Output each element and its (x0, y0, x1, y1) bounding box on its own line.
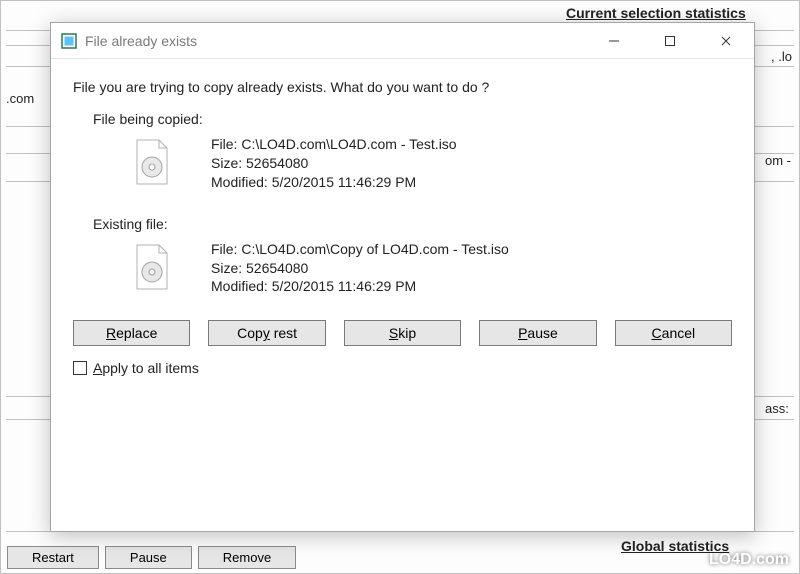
copied-file-path: File: C:\LO4D.com\LO4D.com - Test.iso (211, 135, 457, 154)
copied-file-modified: Modified: 5/20/2015 11:46:29 PM (211, 173, 457, 192)
copy-rest-button[interactable]: Copy rest (208, 320, 325, 346)
existing-file-path: File: C:\LO4D.com\Copy of LO4D.com - Tes… (211, 240, 509, 259)
file-exists-dialog: File already exists File you are trying … (50, 22, 755, 532)
minimize-button[interactable] (586, 23, 642, 58)
dialog-title: File already exists (85, 33, 586, 49)
app-icon (61, 33, 77, 49)
restart-button[interactable]: Restart (7, 546, 99, 569)
watermark: LO4D.com (709, 551, 789, 569)
cancel-button[interactable]: Cancel (615, 320, 732, 346)
existing-file-block: File: C:\LO4D.com\Copy of LO4D.com - Tes… (133, 240, 732, 297)
bg-text-frag: ass: (765, 401, 789, 416)
skip-button[interactable]: Skip (344, 320, 461, 346)
prompt-text: File you are trying to copy already exis… (73, 79, 732, 95)
copied-file-block: File: C:\LO4D.com\LO4D.com - Test.iso Si… (133, 135, 732, 192)
bg-text-frag: , .lo (771, 49, 792, 64)
existing-file-size: Size: 52654080 (211, 259, 509, 278)
maximize-button[interactable] (642, 23, 698, 58)
checkbox-icon[interactable] (73, 361, 87, 375)
pause-bg-button[interactable]: Pause (105, 546, 192, 569)
pause-button[interactable]: Pause (479, 320, 596, 346)
iso-file-icon (133, 244, 171, 290)
titlebar: File already exists (51, 23, 754, 59)
replace-button[interactable]: Replace (73, 320, 190, 346)
existing-section-label: Existing file: (93, 216, 732, 232)
ext-label: .com (6, 91, 34, 106)
stats-header: Current selection statistics (566, 5, 746, 21)
copied-file-size: Size: 52654080 (211, 154, 457, 173)
existing-file-modified: Modified: 5/20/2015 11:46:29 PM (211, 277, 509, 296)
iso-file-icon (133, 139, 171, 185)
copied-section-label: File being copied: (93, 111, 732, 127)
remove-button[interactable]: Remove (198, 546, 296, 569)
bg-text-frag: om - (765, 153, 791, 168)
apply-all-checkbox[interactable]: Apply to all items (73, 360, 732, 376)
close-button[interactable] (698, 23, 754, 58)
apply-all-label: Apply to all items (93, 360, 199, 376)
